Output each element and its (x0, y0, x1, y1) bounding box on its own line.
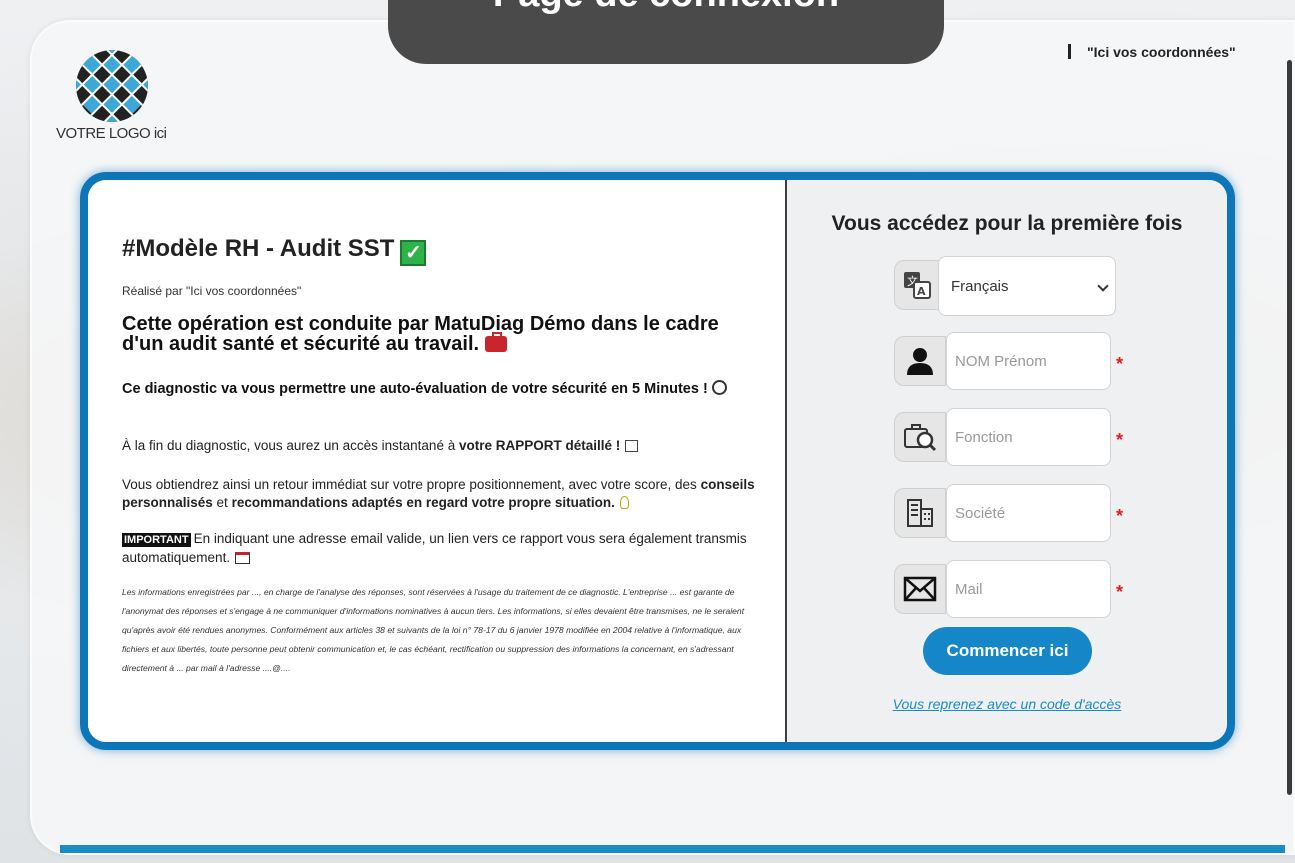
name-input[interactable]: NOM Prénom (946, 332, 1111, 390)
mail-input[interactable]: Mail (946, 560, 1111, 618)
banner-title: Page de connexion (388, 0, 944, 13)
translate-icon: 文A (894, 260, 940, 310)
building-icon (894, 488, 946, 538)
header-contact-text: "Ici vos coordonnées" (1087, 44, 1236, 60)
bottom-accent-bar (60, 845, 1285, 853)
diagnostic-subheading-text: Ce diagnostic va vous permettre une auto… (122, 381, 708, 397)
page-title: #Modèle RH - Audit SST ✓ (122, 235, 427, 266)
required-marker: * (1116, 430, 1124, 450)
job-search-icon (894, 412, 946, 462)
diagnostic-subheading: Ce diagnostic va vous permettre une auto… (122, 380, 762, 398)
report-paragraph: À la fin du diagnostic, vous aurez un ac… (122, 438, 762, 453)
mailbox-icon (235, 552, 251, 564)
envelope-icon (894, 564, 946, 614)
feedback-text: Vous obtiendrez ainsi un retour immédiat… (122, 477, 701, 492)
divider (1068, 44, 1071, 59)
important-text: En indiquant une adresse email valide, u… (122, 531, 747, 565)
author-line: Réalisé par "Ici vos coordonnées" (122, 284, 302, 298)
name-field: NOM Prénom * (894, 332, 1125, 390)
function-field: Fonction * (894, 408, 1125, 466)
important-badge: IMPORTANT (122, 533, 191, 547)
intro-section: #Modèle RH - Audit SST ✓ Réalisé par "Ici… (88, 180, 785, 742)
form-section: Vous accédez pour la première fois 文A Fr… (785, 180, 1227, 742)
required-marker: * (1116, 582, 1124, 602)
legal-notice: Les informations enregistrées par ..., e… (122, 587, 745, 673)
important-paragraph: IMPORTANT En indiquant une adresse email … (122, 530, 762, 567)
access-code-link[interactable]: Vous reprenez avec un code d'accès (787, 696, 1227, 712)
scrollbar[interactable] (1287, 60, 1292, 795)
page-title-text: #Modèle RH - Audit SST (122, 235, 395, 262)
language-value: Français (951, 278, 1009, 295)
mail-field: Mail * (894, 560, 1125, 618)
check-icon: ✓ (400, 240, 427, 266)
feedback-bold-2: recommandations adaptés en regard votre … (231, 495, 615, 510)
feedback-paragraph: Vous obtiendrez ainsi un retour immédiat… (122, 476, 762, 512)
svg-text:A: A (917, 285, 926, 298)
company-field: Société * (894, 484, 1125, 542)
user-icon (894, 336, 946, 386)
form-title: Vous accédez pour la première fois (831, 212, 1183, 235)
stopwatch-icon (711, 380, 727, 395)
report-text: À la fin du diagnostic, vous aurez un ac… (122, 438, 459, 453)
feedback-mid: et (212, 495, 232, 510)
first-aid-kit-icon (485, 332, 508, 352)
language-select[interactable]: Français (938, 256, 1116, 316)
header-contact: "Ici vos coordonnées" (1068, 44, 1236, 60)
operation-heading-text: Cette opération est conduite par MatuDia… (122, 313, 719, 355)
logo-text: VOTRE LOGO ici (56, 125, 167, 142)
function-input[interactable]: Fonction (946, 408, 1111, 466)
required-marker: * (1116, 354, 1124, 374)
lightbulb-icon (619, 496, 629, 509)
chevron-down-icon (1097, 280, 1109, 292)
start-button[interactable]: Commencer ici (923, 627, 1092, 675)
language-field: 文A Français (894, 256, 1125, 316)
report-bold: votre RAPPORT détaillé ! (458, 438, 621, 453)
company-input[interactable]: Société (946, 484, 1111, 542)
required-marker: * (1116, 506, 1124, 526)
memo-icon (625, 440, 639, 452)
operation-heading: Cette opération est conduite par MatuDia… (122, 314, 742, 354)
login-panel: #Modèle RH - Audit SST ✓ Réalisé par "Ici… (80, 172, 1235, 750)
page-banner: Page de connexion (388, 0, 944, 64)
